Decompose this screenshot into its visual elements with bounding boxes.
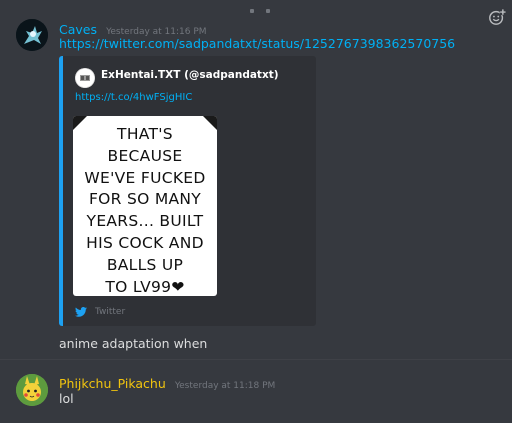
add-reaction-icon <box>489 8 506 25</box>
message-text: anime adaptation when <box>59 336 208 351</box>
tweet-link[interactable]: https://twitter.com/sadpandatxt/status/1… <box>59 36 455 51</box>
embed-footer-label: Twitter <box>95 307 126 317</box>
embed-image-text: THAT'S BECAUSE WE'VE FUCKED FOR SO MANY … <box>84 125 206 296</box>
previous-message-edge <box>0 0 512 13</box>
embed-image[interactable]: THAT'S BECAUSE WE'VE FUCKED FOR SO MANY … <box>73 116 217 296</box>
avatar-image <box>16 374 48 406</box>
embed-description-link[interactable]: https://t.co/4hwFSjgHIC <box>75 92 192 103</box>
username[interactable]: Caves <box>59 22 97 37</box>
add-reaction-button[interactable] <box>486 6 508 28</box>
message-text: lol <box>59 391 74 406</box>
message-header: Phijkchu_Pikachu Yesterday at 11:18 PM <box>59 373 275 392</box>
twitter-embed: ExHentai.TXT (@sadpandatxt) https://t.co… <box>59 56 316 326</box>
embed-author[interactable]: ExHentai.TXT (@sadpandatxt) <box>101 69 279 81</box>
avatar[interactable] <box>16 374 48 406</box>
timestamp[interactable]: Yesterday at 11:18 PM <box>175 381 275 391</box>
avatar-image <box>16 19 48 51</box>
avatar[interactable] <box>16 19 48 51</box>
twitter-bird-icon <box>75 307 87 317</box>
embed-author-avatar[interactable] <box>75 68 95 88</box>
message-divider <box>0 359 512 360</box>
embed-footer: Twitter <box>75 304 125 320</box>
username[interactable]: Phijkchu_Pikachu <box>59 376 166 391</box>
